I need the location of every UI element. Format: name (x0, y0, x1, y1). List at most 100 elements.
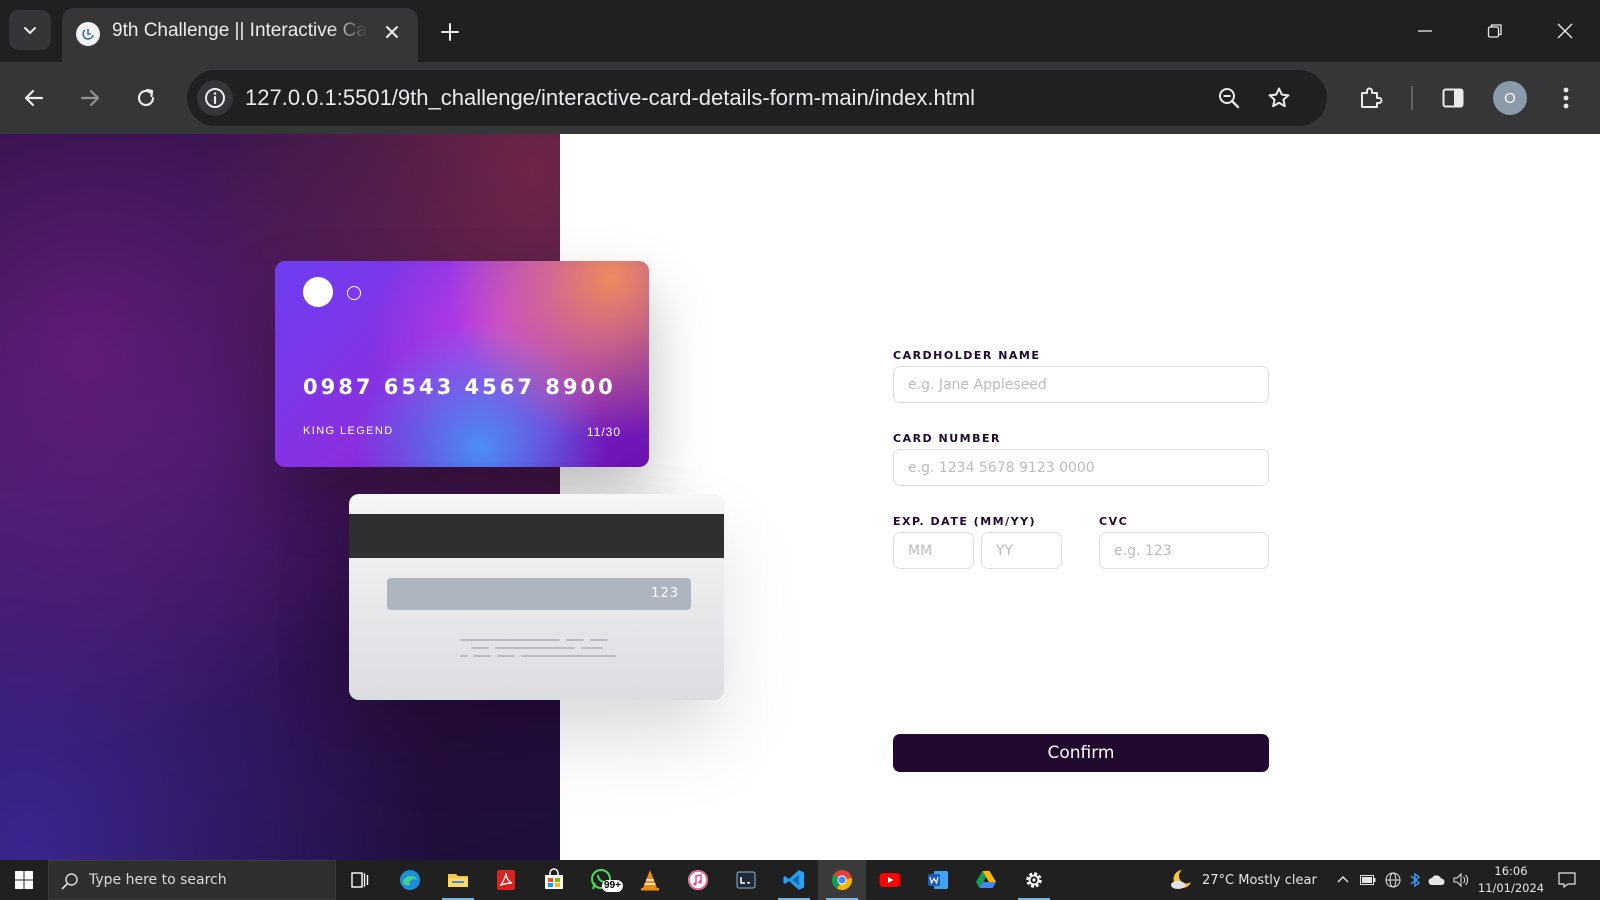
restore-button[interactable] (1472, 10, 1518, 52)
taskbar-whatsapp[interactable]: 99+ (578, 860, 626, 900)
card-number-display: 0987 6543 4567 8900 (303, 375, 616, 399)
card-holder-display: KING LEGEND (303, 425, 394, 437)
close-tab-icon[interactable] (380, 20, 404, 44)
taskbar-chrome[interactable] (818, 860, 866, 900)
card-cvc-display: 123 (651, 586, 679, 601)
arrow-left-icon (24, 89, 44, 107)
exp-year-input[interactable] (981, 532, 1062, 569)
reload-icon (137, 88, 155, 107)
more-menu-icon[interactable] (1546, 78, 1586, 118)
network-globe-icon[interactable] (1384, 871, 1402, 889)
reload-button[interactable] (126, 78, 166, 118)
forward-button[interactable] (70, 78, 110, 118)
zoom-icon[interactable] (1213, 82, 1245, 114)
taskbar-terminal[interactable] (722, 860, 770, 900)
chevron-down-icon (24, 27, 36, 35)
active-tab[interactable]: 9th Challenge || Interactive Card Detail… (62, 8, 418, 62)
card-back-decoration (473, 655, 491, 657)
card-logo-circle-large (303, 277, 333, 307)
taskbar-vscode[interactable] (770, 860, 818, 900)
gear-icon (1026, 872, 1042, 888)
browser-tab-bar: 9th Challenge || Interactive Card Detail… (0, 0, 1600, 62)
card-back-decoration (581, 647, 603, 649)
page-viewport: 0987 6543 4567 8900 KING LEGEND 11/30 12… (0, 134, 1600, 860)
exp-month-input[interactable] (893, 532, 974, 569)
card-back-decoration (460, 655, 468, 657)
taskbar-word[interactable] (914, 860, 962, 900)
taskbar-edge[interactable] (386, 860, 434, 900)
weather-text: 27°C Mostly clear (1202, 872, 1317, 888)
minimize-button[interactable] (1402, 10, 1448, 52)
terminal-icon (736, 871, 756, 889)
battery-icon[interactable] (1359, 871, 1377, 889)
word-icon (928, 871, 948, 889)
weather-widget[interactable]: 27°C Mostly clear (1168, 860, 1317, 900)
extensions-icon[interactable] (1351, 78, 1391, 118)
moon-cloud-icon (1171, 870, 1191, 889)
windows-logo-icon (15, 871, 33, 889)
taskbar-store[interactable] (530, 860, 578, 900)
pdf-icon (497, 870, 515, 890)
taskbar-vlc[interactable] (626, 860, 674, 900)
windows-taskbar: Type here to search 99+ 27°C Mostly clea… (0, 860, 1600, 900)
side-panel-icon[interactable] (1433, 78, 1473, 118)
close-icon (1557, 23, 1573, 39)
magnetic-strip (349, 514, 724, 558)
notification-center-icon[interactable] (1556, 870, 1578, 890)
close-window-button[interactable] (1542, 10, 1588, 52)
vlc-cone-icon (641, 870, 659, 891)
card-expiry-display: 11/30 (586, 425, 621, 439)
drive-icon (976, 871, 996, 888)
taskbar-itunes[interactable] (674, 860, 722, 900)
url-text[interactable]: 127.0.0.1:5501/9th_challenge/interactive… (245, 85, 975, 111)
taskbar-youtube[interactable] (866, 860, 914, 900)
card-back-decoration (471, 647, 489, 649)
bookmark-star-icon[interactable] (1263, 82, 1295, 114)
start-button[interactable] (0, 860, 48, 900)
address-bar[interactable]: 127.0.0.1:5501/9th_challenge/interactive… (187, 70, 1327, 126)
taskbar-search-placeholder: Type here to search (89, 872, 227, 888)
confirm-button[interactable]: Confirm (893, 734, 1269, 772)
onedrive-icon[interactable] (1428, 871, 1446, 889)
youtube-icon (879, 873, 901, 887)
tab-title: 9th Challenge || Interactive Card Detail… (112, 20, 368, 41)
card-back-decoration (566, 639, 584, 641)
card-number-input[interactable] (893, 449, 1269, 486)
card-back-decoration (460, 639, 560, 641)
plus-icon (441, 23, 459, 41)
exp-date-label: EXP. DATE (MM/YY) (893, 515, 1037, 528)
minimize-icon (1418, 30, 1432, 32)
taskbar-settings[interactable] (1010, 860, 1058, 900)
arrow-right-icon (80, 89, 100, 107)
vscode-icon (783, 870, 804, 890)
card-back-decoration (590, 639, 608, 641)
cvc-label: CVC (1099, 515, 1129, 528)
browser-toolbar: 127.0.0.1:5501/9th_challenge/interactive… (0, 62, 1600, 134)
profile-avatar[interactable]: O (1493, 81, 1527, 115)
taskbar-file-explorer[interactable] (434, 860, 482, 900)
card-logo-circle-small (347, 286, 361, 300)
notification-badge: 99+ (602, 880, 623, 892)
card-back-decoration (521, 655, 616, 657)
site-info-icon[interactable] (197, 80, 233, 116)
taskbar-clock[interactable]: 16:06 11/01/2024 (1476, 863, 1546, 897)
task-view-button[interactable] (336, 860, 384, 900)
cvc-input[interactable] (1099, 532, 1269, 569)
new-tab-button[interactable] (434, 16, 466, 48)
search-icon (61, 873, 78, 890)
signature-strip: 123 (387, 578, 691, 610)
card-back-decoration (495, 647, 575, 649)
restore-icon (1487, 24, 1502, 38)
tab-search-button[interactable] (9, 10, 51, 50)
clock-time: 16:06 (1494, 864, 1528, 878)
taskbar-google-drive[interactable] (962, 860, 1010, 900)
volume-icon[interactable] (1452, 871, 1470, 889)
show-hidden-icons-chevron[interactable] (1334, 871, 1352, 889)
cardholder-name-label: CARDHOLDER NAME (893, 349, 1041, 362)
bluetooth-icon[interactable] (1406, 871, 1424, 889)
cardholder-name-input[interactable] (893, 366, 1269, 403)
taskbar-acrobat[interactable] (482, 860, 530, 900)
taskbar-search-box[interactable]: Type here to search (48, 860, 336, 900)
music-icon (688, 870, 708, 890)
back-button[interactable] (14, 78, 54, 118)
